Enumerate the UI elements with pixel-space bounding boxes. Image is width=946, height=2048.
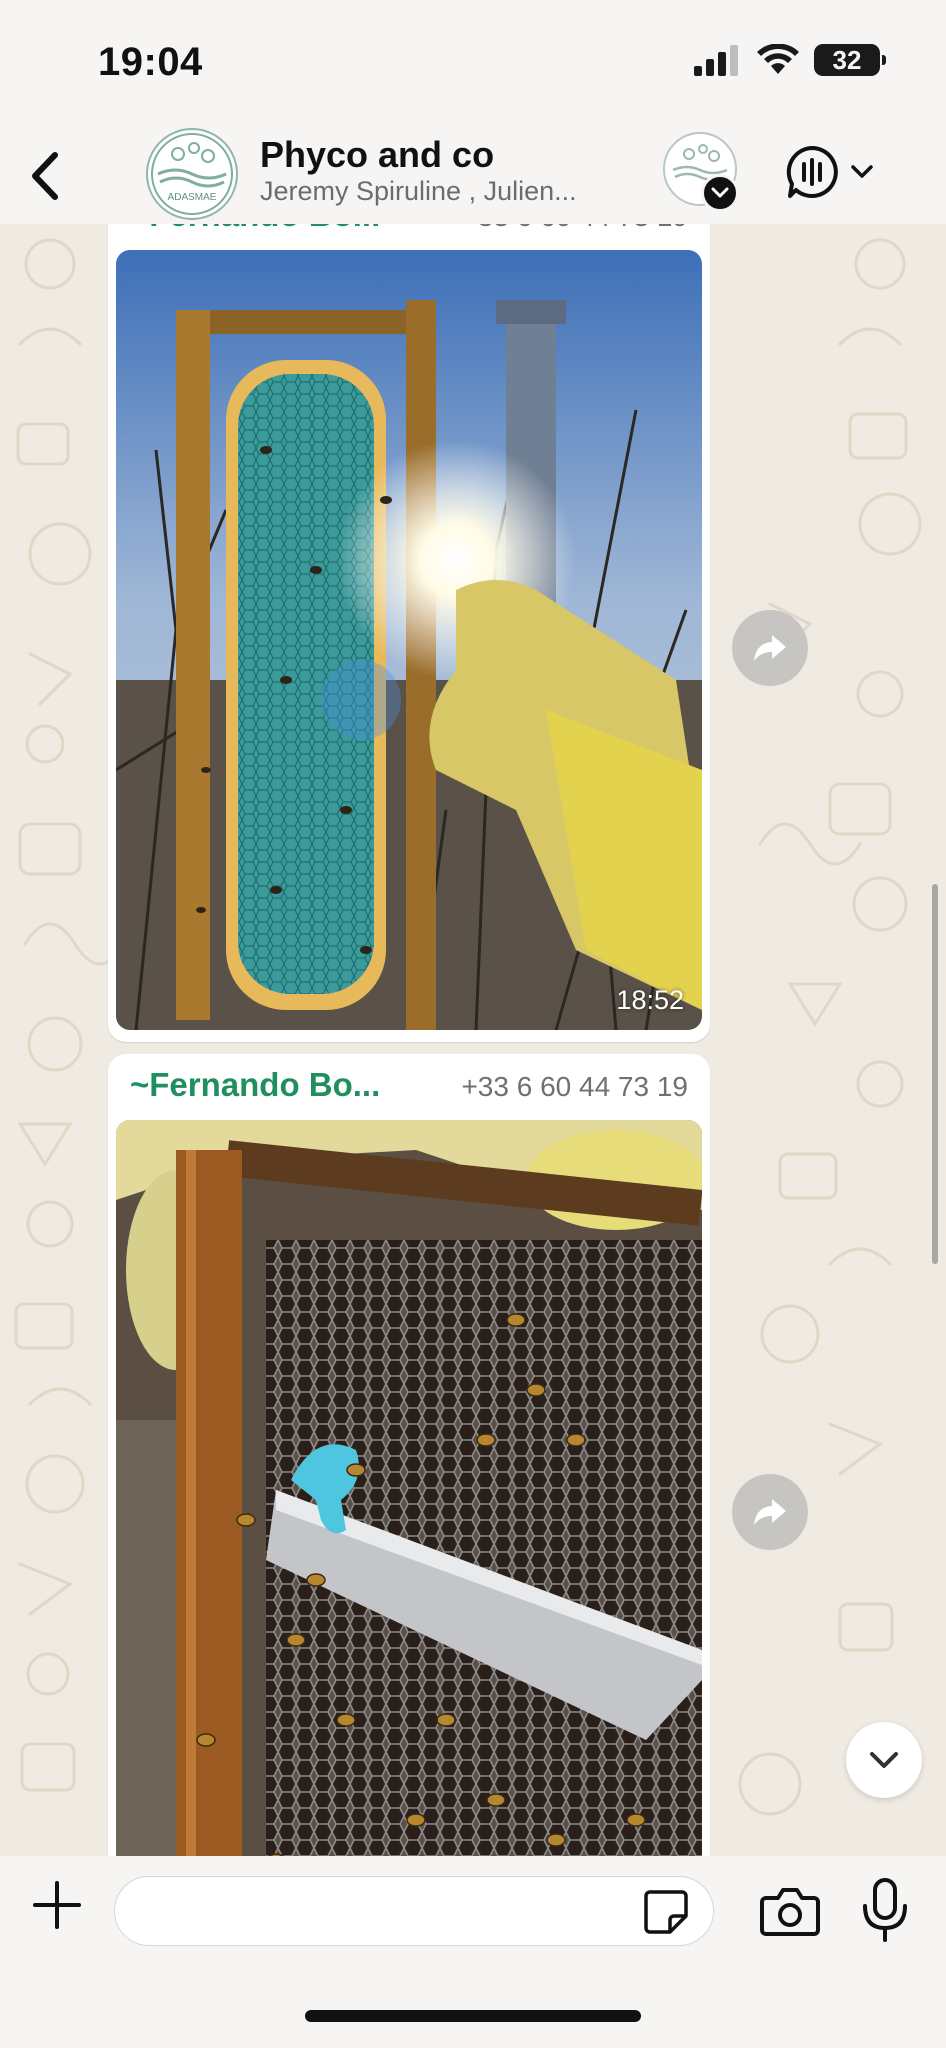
home-indicator[interactable] <box>305 2010 641 2022</box>
chat-area[interactable]: ~Fernando Bo... +33 6 60 44 73 19 <box>0 224 946 1856</box>
back-button[interactable] <box>16 140 76 212</box>
message-time: 18:52 <box>616 985 684 1015</box>
forward-button[interactable] <box>732 610 808 686</box>
sender-row: ~Fernando Bo... +33 6 60 44 73 19 <box>130 1066 688 1112</box>
status-bar: 19:04 32 <box>0 0 946 128</box>
forward-arrow-icon <box>754 1499 786 1525</box>
status-icons: 32 <box>694 44 886 76</box>
microphone-icon[interactable] <box>860 1878 910 1942</box>
sender-name[interactable]: ~Fernando Bo... <box>130 1066 380 1104</box>
chevron-down-icon <box>870 1752 898 1768</box>
call-menu-icon <box>786 146 838 198</box>
input-bar <box>0 1856 946 2048</box>
scrollbar[interactable] <box>932 884 938 1264</box>
beehive-frame-photo <box>116 250 702 1030</box>
group-avatar[interactable]: ADASMAE <box>146 128 238 220</box>
forward-button[interactable] <box>732 1474 808 1550</box>
group-title[interactable]: Phyco and co <box>260 134 494 176</box>
battery-level: 32 <box>832 44 862 75</box>
profile-avatar[interactable] <box>663 132 739 212</box>
message-bubble[interactable]: ~Fernando Bo... +33 6 60 44 73 19 <box>108 1054 710 1856</box>
group-members[interactable]: Jeremy Spiruline , Julien... <box>260 176 577 207</box>
chevron-down-badge-icon <box>701 174 739 212</box>
message-photo[interactable] <box>116 1120 702 1856</box>
battery-icon: 32 <box>814 44 886 76</box>
call-button[interactable] <box>784 136 894 208</box>
cellular-signal-icon <box>694 45 738 76</box>
chat-header: ADASMAE Phyco and co Jeremy Spiruline , … <box>0 128 946 225</box>
sender-row: ~Fernando Bo... +33 6 60 44 73 19 <box>130 224 688 242</box>
camera-icon[interactable] <box>760 1882 820 1942</box>
honeycomb-photo <box>116 1120 702 1856</box>
wifi-icon <box>757 44 799 74</box>
message-input[interactable] <box>114 1876 714 1946</box>
message-photo[interactable]: 18:52 <box>116 250 702 1030</box>
status-time: 19:04 <box>98 40 203 84</box>
chevron-down-icon <box>851 165 873 178</box>
sender-phone[interactable]: +33 6 60 44 73 19 <box>461 1071 688 1103</box>
avatar-text: ADASMAE <box>168 192 217 203</box>
sender-name[interactable]: ~Fernando Bo... <box>130 224 380 234</box>
sender-phone[interactable]: +33 6 60 44 73 19 <box>461 224 688 233</box>
back-chevron-icon <box>32 152 58 200</box>
message-bubble[interactable]: ~Fernando Bo... +33 6 60 44 73 19 <box>108 224 710 1042</box>
adasmae-logo: ADASMAE <box>151 133 233 215</box>
sticker-icon[interactable] <box>642 1888 690 1936</box>
plus-icon <box>33 1881 81 1929</box>
scroll-to-bottom-button[interactable] <box>846 1722 922 1798</box>
attach-button[interactable] <box>30 1878 84 1932</box>
forward-arrow-icon <box>754 635 786 661</box>
